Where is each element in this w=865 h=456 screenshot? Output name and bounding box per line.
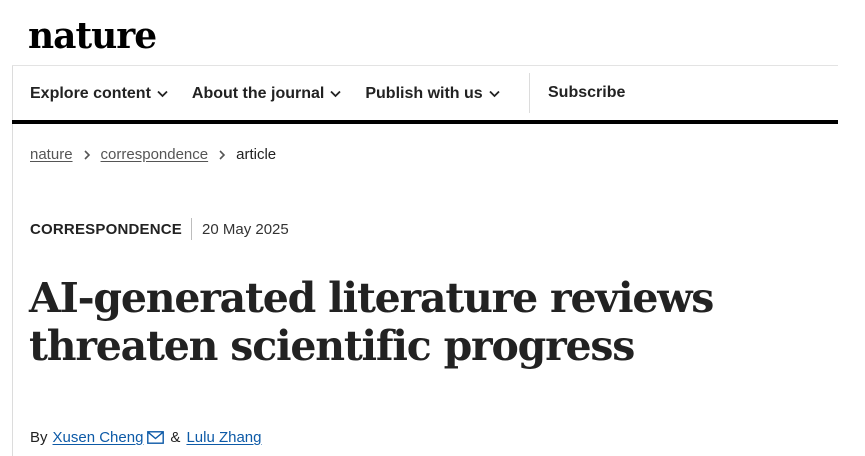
nav-about-journal[interactable]: About the journal <box>192 85 341 103</box>
article-meta: CORRESPONDENCE 20 May 2025 <box>30 218 289 240</box>
author-link-xusen-cheng[interactable]: Xusen Cheng <box>53 429 144 446</box>
nav-separator <box>529 73 530 113</box>
nav-explore-content-label: Explore content <box>30 85 151 102</box>
page: nature Explore content About the journal… <box>0 0 865 456</box>
nav-about-journal-label: About the journal <box>191 85 325 102</box>
breadcrumb: nature correspondence article <box>30 146 276 163</box>
breadcrumb-item-nature[interactable]: nature <box>30 146 73 163</box>
author-separator: & <box>170 429 181 446</box>
chevron-down-icon <box>157 90 168 98</box>
chevron-right-icon <box>219 149 226 160</box>
nav-publish-with-us-label: Publish with us <box>365 85 483 102</box>
content-left-border <box>12 66 13 456</box>
chevron-down-icon <box>489 90 500 98</box>
article-title-line2: threaten scientific progress <box>29 322 635 370</box>
article-type: CORRESPONDENCE <box>30 220 182 238</box>
chevron-down-icon <box>330 90 341 98</box>
by-label: By <box>30 429 48 446</box>
header-divider <box>12 65 838 66</box>
publication-date: 20 May 2025 <box>202 220 289 238</box>
nav-bottom-rule <box>12 120 838 124</box>
author-list: By Xusen Cheng & Lulu Zhang <box>30 429 262 446</box>
nav-publish-with-us[interactable]: Publish with us <box>365 85 500 103</box>
mail-icon[interactable] <box>147 431 165 444</box>
chevron-right-icon <box>83 149 90 160</box>
article-title: AI-generated literature reviews threaten… <box>29 274 829 370</box>
nature-logo[interactable]: nature <box>28 12 157 60</box>
breadcrumb-item-correspondence[interactable]: correspondence <box>101 146 209 163</box>
breadcrumb-current: article <box>236 146 277 163</box>
article-title-line1: AI-generated literature reviews <box>29 274 714 322</box>
meta-divider <box>191 218 192 240</box>
subscribe-link[interactable]: Subscribe <box>548 84 625 102</box>
nav-explore-content[interactable]: Explore content <box>30 85 168 103</box>
main-nav: Explore content About the journal Publis… <box>30 76 524 112</box>
author-link-lulu-zhang[interactable]: Lulu Zhang <box>186 429 261 446</box>
